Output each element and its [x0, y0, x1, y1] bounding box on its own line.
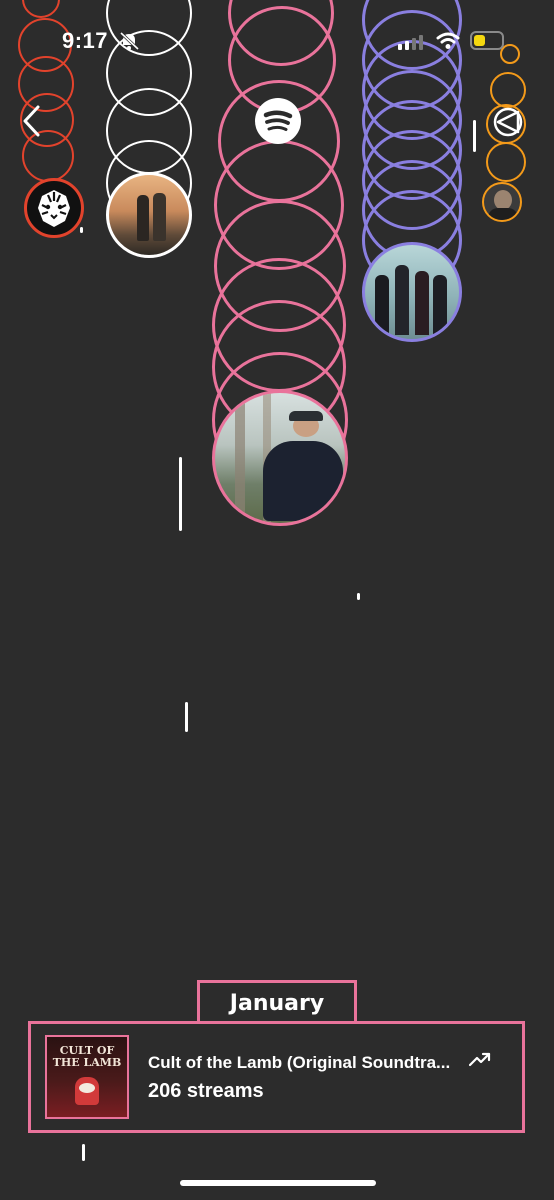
stream-ring: [22, 0, 60, 18]
home-indicator[interactable]: [180, 1180, 376, 1186]
top-track-card[interactable]: CULT OF THE LAMB Cult of the Lamb (Origi…: [28, 1021, 525, 1133]
timeline-tick: [185, 702, 188, 732]
battery-low-icon: [470, 31, 504, 50]
artist-cap: [289, 411, 323, 421]
cellular-signal-icon: [398, 35, 423, 50]
wifi-icon: [436, 32, 460, 49]
artist-face: [494, 190, 512, 210]
tree-trunk: [235, 393, 245, 523]
artist-shirt: [488, 208, 518, 220]
band-member: [415, 271, 429, 335]
band-member: [433, 275, 447, 335]
timeline-tick: [179, 457, 182, 531]
artist-avatar-duo[interactable]: [106, 172, 192, 258]
timeline-tick: [82, 1144, 85, 1161]
artist-figure: [137, 195, 149, 241]
band-member: [375, 275, 389, 335]
band-member: [395, 265, 409, 335]
battery-level: [474, 35, 485, 46]
spotify-logo-icon: [255, 98, 301, 144]
timeline-tick: [473, 120, 476, 152]
tiger-logo-icon: [38, 190, 70, 227]
timeline-tick: [80, 227, 83, 233]
track-title: Cult of the Lamb (Original Soundtra...: [148, 1053, 451, 1072]
artist-jacket: [263, 441, 343, 521]
share-icon[interactable]: [488, 102, 530, 142]
artist-figure: [153, 193, 166, 241]
trending-up-icon: [469, 1052, 491, 1067]
artist-avatar-tiger[interactable]: [24, 178, 84, 238]
artist-avatar-band[interactable]: [362, 242, 462, 342]
album-art-title: CULT OF THE LAMB: [52, 1044, 122, 1069]
artist-avatar-solo[interactable]: [482, 182, 522, 222]
artist-avatar-featured[interactable]: [212, 390, 348, 526]
timeline-tick: [357, 593, 360, 600]
lamb-face: [79, 1083, 95, 1093]
album-art: CULT OF THE LAMB: [45, 1035, 129, 1119]
stream-ring: [486, 142, 526, 182]
month-label: January: [197, 980, 357, 1024]
stream-count: 206 streams: [148, 1080, 264, 1102]
mute-bell-icon: [119, 31, 140, 51]
chevron-left-icon[interactable]: [20, 104, 44, 138]
status-time: 9:17: [62, 28, 109, 53]
